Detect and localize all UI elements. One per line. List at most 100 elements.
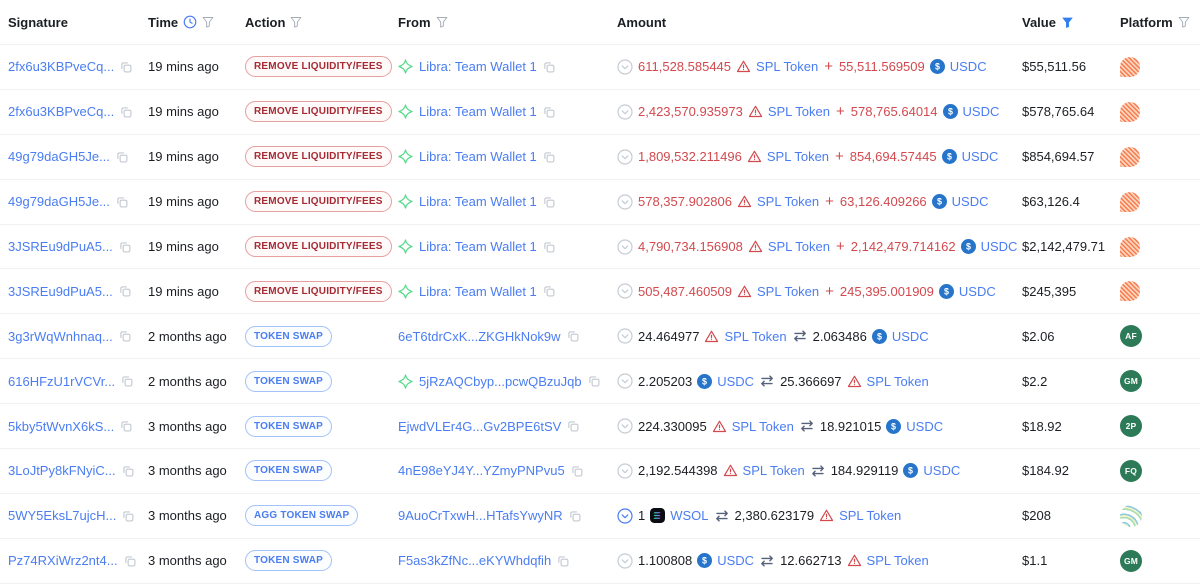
token-link[interactable]: SPL Token (757, 194, 819, 209)
token-link[interactable]: USDC (962, 149, 999, 164)
filter-icon[interactable] (202, 16, 214, 28)
token-link[interactable]: SPL Token (867, 374, 929, 389)
token-link[interactable]: SPL Token (768, 239, 830, 254)
copy-icon[interactable] (567, 330, 579, 342)
platform-icon-meteora[interactable] (1120, 281, 1140, 301)
copy-icon[interactable] (116, 196, 128, 208)
platform-icon-meteora[interactable] (1120, 102, 1140, 122)
copy-icon[interactable] (543, 61, 555, 73)
expand-chevron-icon[interactable] (617, 283, 633, 299)
token-link[interactable]: SPL Token (724, 329, 786, 344)
from-address-link[interactable]: 6eT6tdrCxK...ZKGHkNok9w (398, 329, 561, 344)
expand-chevron-icon[interactable] (617, 373, 633, 389)
copy-icon[interactable] (122, 465, 134, 477)
copy-icon[interactable] (119, 241, 131, 253)
platform-icon-badge[interactable]: GM (1120, 550, 1142, 572)
filter-icon[interactable] (1178, 16, 1190, 28)
token-link[interactable]: USDC (906, 419, 943, 434)
copy-icon[interactable] (543, 241, 555, 253)
copy-icon[interactable] (588, 375, 600, 387)
copy-icon[interactable] (121, 375, 133, 387)
platform-icon-badge[interactable]: FQ (1120, 460, 1142, 482)
signature-link[interactable]: 3JSREu9dPuA5... (8, 239, 113, 254)
signature-link[interactable]: 3JSREu9dPuA5... (8, 284, 113, 299)
copy-icon[interactable] (569, 510, 581, 522)
expand-chevron-icon[interactable] (617, 418, 633, 434)
token-link[interactable]: USDC (923, 463, 960, 478)
from-address-link[interactable]: 5jRzAQCbyp...pcwQBzuJqb (419, 374, 582, 389)
token-link[interactable]: SPL Token (839, 508, 901, 523)
copy-icon[interactable] (543, 196, 555, 208)
expand-chevron-icon[interactable] (617, 328, 633, 344)
signature-link[interactable]: 2fx6u3KBPveCq... (8, 104, 114, 119)
expand-chevron-icon[interactable] (617, 194, 633, 210)
from-address-link[interactable]: Libra: Team Wallet 1 (419, 59, 537, 74)
copy-icon[interactable] (571, 465, 583, 477)
from-address-link[interactable]: 9AuoCrTxwH...HTafsYwyNR (398, 508, 563, 523)
signature-link[interactable]: Pz74RXiWrz2nt4... (8, 553, 118, 568)
copy-icon[interactable] (116, 151, 128, 163)
copy-icon[interactable] (124, 555, 136, 567)
platform-icon-aggregator[interactable] (1120, 505, 1142, 527)
token-link[interactable]: SPL Token (757, 284, 819, 299)
token-link[interactable]: USDC (952, 194, 989, 209)
token-link[interactable]: USDC (981, 239, 1018, 254)
token-link[interactable]: SPL Token (743, 463, 805, 478)
platform-icon-badge[interactable]: GM (1120, 370, 1142, 392)
copy-icon[interactable] (120, 61, 132, 73)
token-link[interactable]: USDC (892, 329, 929, 344)
filter-filled-icon[interactable] (1061, 16, 1074, 29)
token-link[interactable]: USDC (717, 553, 754, 568)
expand-chevron-icon[interactable] (617, 149, 633, 165)
from-address-link[interactable]: 4nE98eYJ4Y...YZmyPNPvu5 (398, 463, 565, 478)
signature-link[interactable]: 2fx6u3KBPveCq... (8, 59, 114, 74)
token-link[interactable]: USDC (717, 374, 754, 389)
filter-icon[interactable] (290, 16, 302, 28)
signature-link[interactable]: 3g3rWqWnhnaq... (8, 329, 113, 344)
expand-chevron-icon[interactable] (617, 508, 633, 524)
expand-chevron-icon[interactable] (617, 553, 633, 569)
token-link[interactable]: SPL Token (867, 553, 929, 568)
from-address-link[interactable]: Libra: Team Wallet 1 (419, 149, 537, 164)
signature-link[interactable]: 616HFzU1rVCVr... (8, 374, 115, 389)
clock-icon[interactable] (183, 15, 197, 29)
from-address-link[interactable]: F5as3kZfNc...eKYWhdqfih (398, 553, 551, 568)
from-address-link[interactable]: Libra: Team Wallet 1 (419, 239, 537, 254)
platform-icon-meteora[interactable] (1120, 57, 1140, 77)
expand-chevron-icon[interactable] (617, 463, 633, 479)
signature-link[interactable]: 3LoJtPy8kFNyiC... (8, 463, 116, 478)
expand-chevron-icon[interactable] (617, 104, 633, 120)
copy-icon[interactable] (543, 285, 555, 297)
copy-icon[interactable] (119, 285, 131, 297)
token-link[interactable]: SPL Token (732, 419, 794, 434)
expand-chevron-icon[interactable] (617, 59, 633, 75)
token-link[interactable]: WSOL (670, 508, 708, 523)
token-link[interactable]: SPL Token (768, 104, 830, 119)
copy-icon[interactable] (567, 420, 579, 432)
signature-link[interactable]: 5kby5tWvnX6kS... (8, 419, 114, 434)
signature-link[interactable]: 49g79daGH5Je... (8, 194, 110, 209)
signature-link[interactable]: 49g79daGH5Je... (8, 149, 110, 164)
platform-icon-badge[interactable]: AF (1120, 325, 1142, 347)
token-link[interactable]: USDC (950, 59, 987, 74)
filter-icon[interactable] (436, 16, 448, 28)
platform-icon-meteora[interactable] (1120, 147, 1140, 167)
token-link[interactable]: USDC (959, 284, 996, 299)
platform-icon-badge[interactable]: 2P (1120, 415, 1142, 437)
platform-icon-meteora[interactable] (1120, 237, 1140, 257)
from-address-link[interactable]: Libra: Team Wallet 1 (419, 284, 537, 299)
token-link[interactable]: SPL Token (756, 59, 818, 74)
copy-icon[interactable] (122, 510, 134, 522)
copy-icon[interactable] (557, 555, 569, 567)
token-link[interactable]: USDC (963, 104, 1000, 119)
from-address-link[interactable]: Libra: Team Wallet 1 (419, 104, 537, 119)
copy-icon[interactable] (119, 330, 131, 342)
copy-icon[interactable] (120, 106, 132, 118)
platform-icon-meteora[interactable] (1120, 192, 1140, 212)
signature-link[interactable]: 5WY5EksL7ujcH... (8, 508, 116, 523)
from-address-link[interactable]: Libra: Team Wallet 1 (419, 194, 537, 209)
from-address-link[interactable]: EjwdVLEr4G...Gv2BPE6tSV (398, 419, 561, 434)
expand-chevron-icon[interactable] (617, 239, 633, 255)
copy-icon[interactable] (543, 151, 555, 163)
token-link[interactable]: SPL Token (767, 149, 829, 164)
